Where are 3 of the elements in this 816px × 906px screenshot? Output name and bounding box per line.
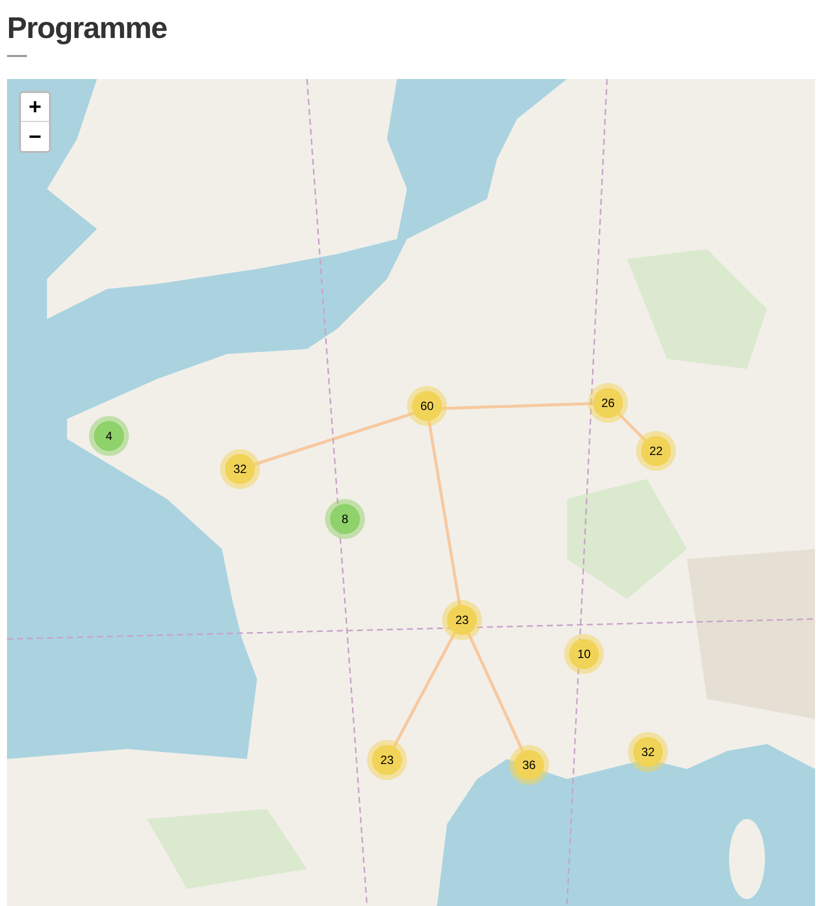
map[interactable]: + − 4 32 8 60 26 22 23 10 23 36 32 — [7, 79, 815, 906]
zoom-in-button[interactable]: + — [21, 93, 49, 122]
page-title: Programme — [7, 11, 167, 47]
